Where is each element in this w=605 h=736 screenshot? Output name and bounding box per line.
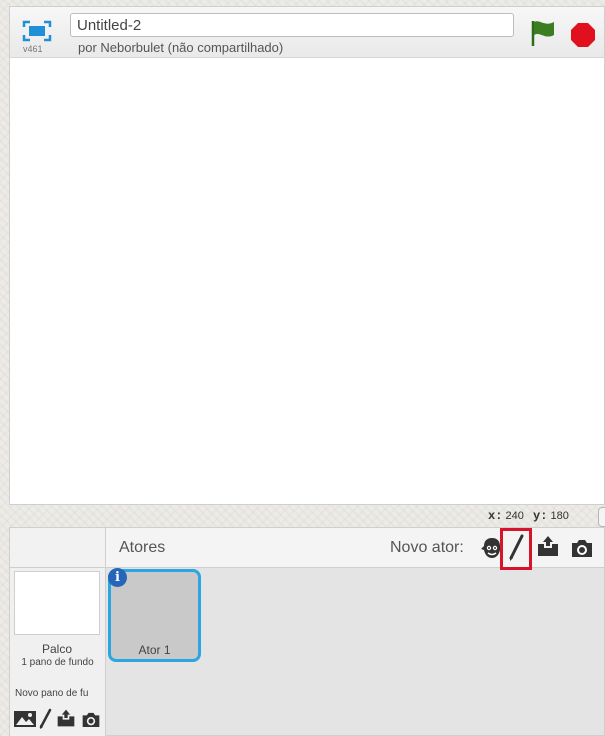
x-label: x: <box>488 509 503 523</box>
x-value: 240 <box>505 510 524 522</box>
sprite-name: Ator 1 <box>138 643 171 657</box>
camera-icon[interactable] <box>570 538 594 558</box>
stage-column-header <box>10 528 106 568</box>
mouse-coordinates: x: 240 y: 180 <box>488 509 569 523</box>
sprites-title: Atores <box>119 539 166 556</box>
new-sprite-label: Novo ator: <box>390 539 464 556</box>
y-label: y: <box>533 509 548 523</box>
new-backdrop-label: Novo pano de fu <box>15 688 89 699</box>
project-title-input[interactable] <box>70 13 514 37</box>
stop-icon[interactable] <box>570 22 596 48</box>
stage-canvas[interactable] <box>9 58 605 505</box>
backdrop-count: 1 pano de fundo <box>21 657 94 668</box>
green-flag-icon[interactable] <box>528 18 558 48</box>
small-stage-toggle[interactable] <box>598 507 605 527</box>
paintbrush-icon[interactable] <box>507 534 525 562</box>
stage-name: Palco <box>41 642 73 656</box>
backdrop-camera-icon[interactable] <box>81 711 101 728</box>
upload-icon[interactable] <box>536 535 560 557</box>
backdrop-paintbrush-icon[interactable] <box>38 708 52 730</box>
info-icon[interactable]: i <box>108 568 127 587</box>
stage-thumbnail[interactable] <box>14 571 100 635</box>
version-label: v461 <box>23 44 43 54</box>
author-text: por Neborbulet (não compartilhado) <box>78 40 284 55</box>
fullscreen-icon[interactable] <box>22 20 52 42</box>
y-value: 180 <box>550 510 569 522</box>
backdrop-upload-icon[interactable] <box>56 708 76 728</box>
backdrop-library-icon[interactable] <box>14 711 36 727</box>
